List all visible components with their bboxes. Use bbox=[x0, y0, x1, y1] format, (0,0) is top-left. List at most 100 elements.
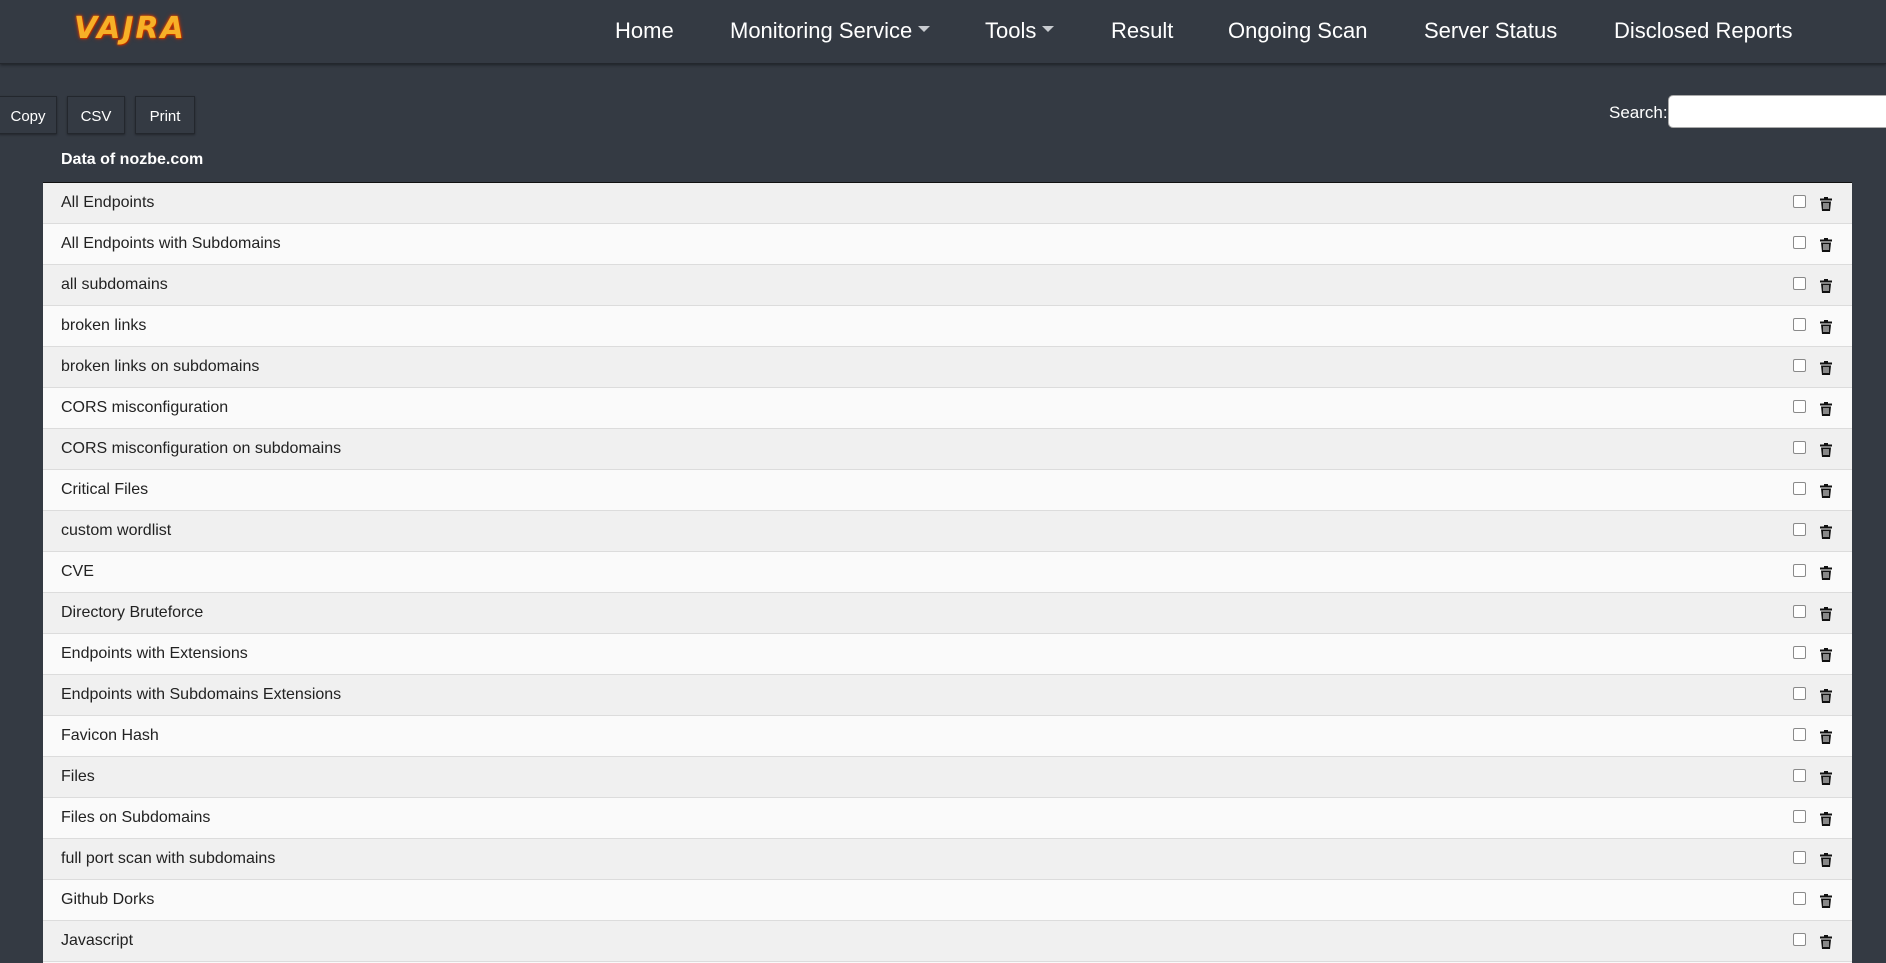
row-checkbox[interactable] bbox=[1793, 482, 1806, 495]
nav-monitoring-service[interactable]: Monitoring Service bbox=[730, 18, 931, 44]
trash-icon[interactable] bbox=[1820, 730, 1832, 744]
print-button[interactable]: Print bbox=[135, 96, 195, 134]
csv-button[interactable]: CSV bbox=[67, 96, 125, 134]
table-row[interactable]: CVE bbox=[43, 552, 1852, 593]
row-checkbox[interactable] bbox=[1793, 646, 1806, 659]
row-label[interactable]: full port scan with subdomains bbox=[61, 850, 275, 868]
row-checkbox[interactable] bbox=[1793, 728, 1806, 741]
table-row[interactable]: Endpoints with Extensions bbox=[43, 634, 1852, 675]
trash-icon[interactable] bbox=[1820, 566, 1832, 580]
nav-disclosed-reports-label: Disclosed Reports bbox=[1614, 18, 1793, 43]
nav-result-label: Result bbox=[1111, 18, 1174, 43]
row-checkbox[interactable] bbox=[1793, 933, 1806, 946]
row-label[interactable]: broken links on subdomains bbox=[61, 358, 259, 376]
row-label[interactable]: custom wordlist bbox=[61, 522, 171, 540]
row-label[interactable]: All Endpoints with Subdomains bbox=[61, 235, 281, 253]
row-label[interactable]: CORS misconfiguration bbox=[61, 399, 228, 417]
trash-icon[interactable] bbox=[1820, 894, 1832, 908]
row-checkbox[interactable] bbox=[1793, 810, 1806, 823]
row-label[interactable]: Github Dorks bbox=[61, 891, 154, 909]
table-row[interactable]: Javascript bbox=[43, 921, 1852, 962]
row-checkbox[interactable] bbox=[1793, 277, 1806, 290]
nav-server-status-label: Server Status bbox=[1424, 18, 1558, 43]
row-checkbox[interactable] bbox=[1793, 564, 1806, 577]
caret-down-icon bbox=[918, 26, 931, 33]
trash-icon[interactable] bbox=[1820, 361, 1832, 375]
table-row[interactable]: Files on Subdomains bbox=[43, 798, 1852, 839]
trash-icon[interactable] bbox=[1820, 279, 1832, 293]
row-checkbox[interactable] bbox=[1793, 441, 1806, 454]
trash-icon[interactable] bbox=[1820, 853, 1832, 867]
table-row[interactable]: Files bbox=[43, 757, 1852, 798]
trash-icon[interactable] bbox=[1820, 484, 1832, 498]
row-checkbox[interactable] bbox=[1793, 769, 1806, 782]
row-label[interactable]: Javascript bbox=[61, 932, 133, 950]
row-checkbox[interactable] bbox=[1793, 523, 1806, 536]
trash-icon[interactable] bbox=[1820, 607, 1832, 621]
trash-icon[interactable] bbox=[1820, 402, 1832, 416]
row-label[interactable]: CVE bbox=[61, 563, 94, 581]
trash-icon[interactable] bbox=[1820, 238, 1832, 252]
table-row[interactable]: full port scan with subdomains bbox=[43, 839, 1852, 880]
row-label[interactable]: Favicon Hash bbox=[61, 727, 159, 745]
trash-icon[interactable] bbox=[1820, 443, 1832, 457]
row-checkbox[interactable] bbox=[1793, 359, 1806, 372]
nav-tools-label: Tools bbox=[985, 18, 1037, 43]
row-checkbox[interactable] bbox=[1793, 892, 1806, 905]
row-checkbox[interactable] bbox=[1793, 687, 1806, 700]
table-title: Data of nozbe.com bbox=[61, 151, 204, 168]
row-checkbox[interactable] bbox=[1793, 851, 1806, 864]
nav-links: Home Monitoring Service Tools Result Ong… bbox=[0, 0, 1886, 63]
trash-icon[interactable] bbox=[1820, 812, 1832, 826]
table-row[interactable]: broken links bbox=[43, 306, 1852, 347]
trash-icon[interactable] bbox=[1820, 935, 1832, 949]
search-input[interactable] bbox=[1668, 95, 1886, 128]
nav-home-label: Home bbox=[615, 18, 674, 43]
trash-icon[interactable] bbox=[1820, 771, 1832, 785]
row-label[interactable]: Directory Bruteforce bbox=[61, 604, 203, 622]
table-row[interactable]: All Endpoints with Subdomains bbox=[43, 224, 1852, 265]
row-checkbox[interactable] bbox=[1793, 236, 1806, 249]
row-label[interactable]: all subdomains bbox=[61, 276, 168, 294]
copy-button[interactable]: Copy bbox=[0, 96, 57, 134]
nav-monitoring-service-label: Monitoring Service bbox=[730, 18, 913, 43]
search-label: Search: bbox=[1609, 103, 1668, 122]
table-row[interactable]: Favicon Hash bbox=[43, 716, 1852, 757]
row-label[interactable]: CORS misconfiguration on subdomains bbox=[61, 440, 341, 458]
nav-ongoing-scan[interactable]: Ongoing Scan bbox=[1228, 18, 1367, 44]
table-row[interactable]: all subdomains bbox=[43, 265, 1852, 306]
row-checkbox[interactable] bbox=[1793, 605, 1806, 618]
nav-result[interactable]: Result bbox=[1111, 18, 1173, 44]
caret-down-icon bbox=[1042, 26, 1055, 33]
table-row[interactable]: Critical Files bbox=[43, 470, 1852, 511]
table-row[interactable]: All Endpoints bbox=[43, 183, 1852, 224]
nav-ongoing-scan-label: Ongoing Scan bbox=[1228, 18, 1368, 43]
nav-disclosed-reports[interactable]: Disclosed Reports bbox=[1614, 18, 1793, 44]
trash-icon[interactable] bbox=[1820, 320, 1832, 334]
table-row[interactable]: Directory Bruteforce bbox=[43, 593, 1852, 634]
navbar: VAJRA Home Monitoring Service Tools Resu… bbox=[0, 0, 1886, 64]
row-checkbox[interactable] bbox=[1793, 318, 1806, 331]
row-checkbox[interactable] bbox=[1793, 400, 1806, 413]
trash-icon[interactable] bbox=[1820, 689, 1832, 703]
table-row[interactable]: CORS misconfiguration bbox=[43, 388, 1852, 429]
nav-tools[interactable]: Tools bbox=[985, 18, 1055, 44]
row-checkbox[interactable] bbox=[1793, 195, 1806, 208]
table-row[interactable]: broken links on subdomains bbox=[43, 347, 1852, 388]
nav-server-status[interactable]: Server Status bbox=[1424, 18, 1557, 44]
table-row[interactable]: Github Dorks bbox=[43, 880, 1852, 921]
row-label[interactable]: Critical Files bbox=[61, 481, 148, 499]
row-label[interactable]: Endpoints with Subdomains Extensions bbox=[61, 686, 341, 704]
nav-home[interactable]: Home bbox=[615, 18, 674, 44]
trash-icon[interactable] bbox=[1820, 648, 1832, 662]
table-row[interactable]: CORS misconfiguration on subdomains bbox=[43, 429, 1852, 470]
table-row[interactable]: custom wordlist bbox=[43, 511, 1852, 552]
row-label[interactable]: Endpoints with Extensions bbox=[61, 645, 248, 663]
row-label[interactable]: broken links bbox=[61, 317, 146, 335]
table-row[interactable]: Endpoints with Subdomains Extensions bbox=[43, 675, 1852, 716]
trash-icon[interactable] bbox=[1820, 197, 1832, 211]
row-label[interactable]: Files on Subdomains bbox=[61, 809, 210, 827]
row-label[interactable]: Files bbox=[61, 768, 95, 786]
row-label[interactable]: All Endpoints bbox=[61, 194, 154, 212]
trash-icon[interactable] bbox=[1820, 525, 1832, 539]
